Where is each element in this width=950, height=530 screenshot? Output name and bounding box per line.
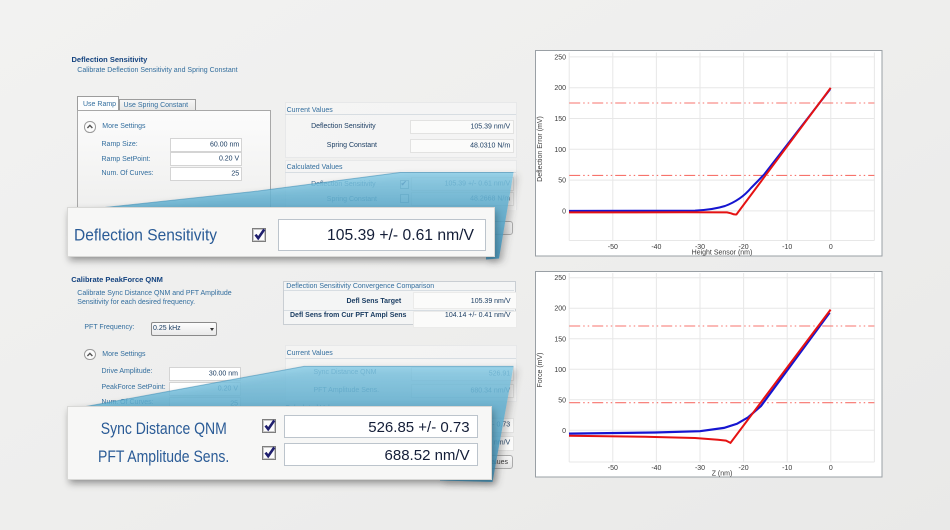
svg-text:-10: -10 — [782, 465, 792, 472]
svg-text:0: 0 — [562, 428, 566, 435]
svg-text:-10: -10 — [782, 244, 792, 251]
svg-text:-20: -20 — [739, 465, 749, 472]
svg-text:50: 50 — [558, 178, 566, 185]
svg-text:Height Sensor (nm): Height Sensor (nm) — [692, 250, 753, 257]
svg-text:150: 150 — [554, 116, 566, 123]
svg-text:50: 50 — [558, 397, 566, 404]
svg-text:0: 0 — [829, 244, 833, 251]
svg-text:-40: -40 — [651, 465, 661, 472]
svg-text:Force (mV): Force (mV) — [537, 353, 544, 388]
svg-text:-50: -50 — [608, 465, 618, 472]
svg-text:Deflection Error (mV): Deflection Error (mV) — [537, 116, 544, 182]
svg-text:250: 250 — [554, 275, 566, 282]
svg-text:0: 0 — [562, 208, 566, 215]
svg-text:200: 200 — [554, 85, 566, 92]
svg-text:150: 150 — [554, 336, 566, 343]
svg-text:200: 200 — [554, 306, 566, 313]
svg-text:100: 100 — [554, 367, 566, 374]
svg-text:-50: -50 — [608, 244, 618, 251]
svg-text:Z (nm): Z (nm) — [712, 471, 733, 478]
svg-text:-40: -40 — [651, 244, 661, 251]
svg-text:100: 100 — [554, 147, 566, 154]
svg-text:-30: -30 — [695, 465, 705, 472]
svg-text:250: 250 — [554, 54, 566, 61]
svg-text:0: 0 — [829, 465, 833, 472]
